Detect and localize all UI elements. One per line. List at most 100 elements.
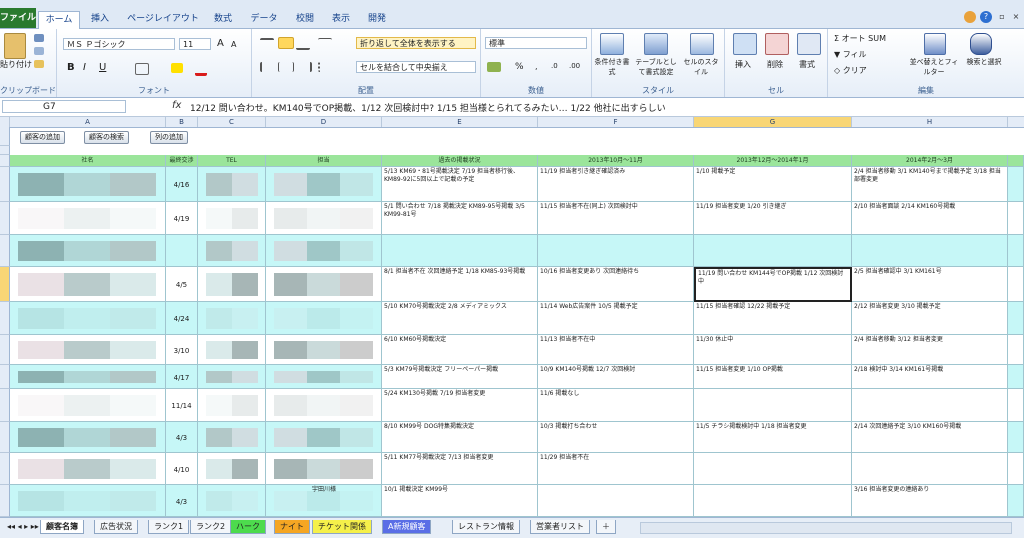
font-name-select[interactable]: ＭＳ Ｐゴシック — [63, 38, 175, 50]
table-cell[interactable] — [852, 389, 1008, 422]
delete-cells-icon[interactable] — [765, 33, 789, 55]
align-right-icon[interactable] — [296, 62, 312, 72]
insert-cells-button[interactable]: 挿入 — [735, 59, 751, 70]
paste-button[interactable]: 貼り付け — [0, 59, 32, 70]
row-header[interactable] — [0, 146, 10, 155]
table-cell[interactable]: 11/5 チラシ掲載検討中 1/18 担当者変更 — [694, 422, 852, 453]
table-cell[interactable]: 5/10 KM70号掲載決定 2/8 メディアミックス — [382, 302, 538, 335]
table-cell[interactable]: 2/4 担当者移動 3/1 KM140号まで掲載予定 3/18 担当部署変更 — [852, 167, 1008, 202]
table-cell[interactable]: 8/1 担当者不在 次回連絡予定 1/18 KM85-93号掲載 — [382, 267, 538, 302]
table-cell[interactable]: 4/10 — [166, 453, 198, 485]
header-overflow[interactable] — [1008, 155, 1024, 167]
row-header[interactable] — [0, 335, 10, 365]
delete-cells-button[interactable]: 削除 — [767, 59, 783, 70]
tab-file[interactable]: ファイル — [0, 8, 36, 28]
restore-icon[interactable]: ▫ — [996, 11, 1008, 23]
increase-decimal-icon[interactable]: .0 — [551, 62, 558, 70]
merge-center-button[interactable]: セルを結合して中央揃え — [356, 61, 476, 73]
table-cell[interactable] — [852, 235, 1008, 267]
formula-input[interactable]: 12/12 問い合わせ。KM140号でOP掲載、1/12 次回検討中? 1/15… — [190, 101, 666, 114]
decrease-decimal-icon[interactable]: .00 — [569, 62, 580, 70]
column-c-header[interactable]: C — [198, 117, 266, 127]
row-header[interactable] — [0, 302, 10, 335]
font-color-icon[interactable] — [195, 63, 207, 76]
table-cell[interactable] — [1008, 202, 1024, 235]
table-cell[interactable]: 1/10 掲載予定 — [694, 167, 852, 202]
table-cell[interactable]: 11/15 担当者不在(同上) 次回検討中 — [538, 202, 694, 235]
table-cell[interactable] — [1008, 167, 1024, 202]
table-cell[interactable] — [1008, 422, 1024, 453]
underline-button[interactable]: U — [99, 62, 106, 73]
table-cell[interactable]: 8/10 KM99号 DOG特集掲載決定 — [382, 422, 538, 453]
table-cell[interactable]: 11/29 担当者不在 — [538, 453, 694, 485]
table-cell[interactable]: 2/14 次回連絡予定 3/10 KM160号掲載 — [852, 422, 1008, 453]
table-cell[interactable]: 3/16 担当者変更の連絡あり — [852, 485, 1008, 517]
tab-insert[interactable]: 挿入 — [84, 11, 116, 27]
sheet-tab[interactable]: チケット関係 — [312, 520, 372, 534]
sort-filter-icon[interactable] — [924, 33, 946, 55]
table-cell[interactable]: 3/10 — [166, 335, 198, 365]
table-cell[interactable]: 11/19 担当者変更 1/20 引き継ぎ — [694, 202, 852, 235]
conditional-format-icon[interactable] — [600, 33, 624, 55]
fx-icon[interactable]: fx — [172, 100, 181, 111]
table-cell[interactable] — [1008, 389, 1024, 422]
sheet-tab[interactable]: ハーク — [230, 520, 266, 534]
table-cell[interactable]: 11/19 問い合わせ KM144号でOP掲載 1/12 次回検討中 — [694, 267, 852, 302]
table-cell[interactable]: 4/5 — [166, 267, 198, 302]
name-box[interactable]: G7 — [2, 100, 126, 113]
column-d-header[interactable]: D — [266, 117, 382, 127]
table-cell[interactable]: 5/24 KM130号掲載 7/19 担当者変更 — [382, 389, 538, 422]
table-cell[interactable]: 10/1 掲載決定 KM99号 — [382, 485, 538, 517]
table-cell[interactable]: 6/10 KM60号掲載決定 — [382, 335, 538, 365]
table-cell[interactable] — [694, 235, 852, 267]
table-cell[interactable] — [1008, 335, 1024, 365]
tab-data[interactable]: データ — [244, 11, 284, 27]
shrink-font-icon[interactable]: A — [231, 40, 236, 49]
sheet-tab[interactable]: ランク2 — [190, 520, 232, 534]
grow-font-icon[interactable]: A — [217, 38, 224, 49]
minimize-ribbon-icon[interactable] — [964, 11, 976, 23]
indent-icon[interactable] — [318, 62, 334, 72]
row-header[interactable] — [0, 167, 10, 202]
table-cell[interactable] — [1008, 302, 1024, 335]
cell-styles-button[interactable]: セルのスタイル — [682, 57, 720, 77]
table-cell[interactable] — [694, 485, 852, 517]
table-cell[interactable]: 11/6 掲載なし — [538, 389, 694, 422]
binoculars-icon[interactable] — [970, 33, 992, 55]
table-cell[interactable]: 5/13 KM69・81号掲載決定 7/19 担当者移行後、KM89-92に5回… — [382, 167, 538, 202]
header-period-1[interactable]: 2013年10月〜11月 — [538, 155, 694, 167]
row-header[interactable] — [0, 155, 10, 167]
table-cell[interactable]: 4/19 — [166, 202, 198, 235]
sheet-tab[interactable]: 顧客名簿 — [40, 520, 84, 534]
new-sheet-icon[interactable]: ＋ — [596, 520, 616, 534]
table-cell[interactable]: 10/3 掲載打ち合わせ — [538, 422, 694, 453]
fill-button[interactable]: ▼ フィル — [834, 49, 867, 60]
table-cell[interactable] — [166, 235, 198, 267]
table-cell[interactable]: 2/4 担当者移動 3/12 担当者変更 — [852, 335, 1008, 365]
search-customer-button[interactable]: 顧客の検索 — [84, 131, 129, 144]
font-size-select[interactable]: 11 — [179, 38, 211, 50]
format-as-table-icon[interactable] — [644, 33, 668, 55]
add-column-button[interactable]: 列の追加 — [150, 131, 188, 144]
sheet-tab[interactable]: 営業者リスト — [530, 520, 590, 534]
header-past-listings[interactable]: 過去の掲載状況 — [382, 155, 538, 167]
table-cell[interactable] — [1008, 453, 1024, 485]
table-cell[interactable] — [1008, 485, 1024, 517]
header-company[interactable]: 社名 — [10, 155, 166, 167]
currency-icon[interactable] — [487, 62, 501, 72]
sheet-nav-icon[interactable]: ◂◂ ◂ ▸ ▸▸ — [2, 520, 44, 533]
row-header[interactable] — [0, 453, 10, 485]
autosum-button[interactable]: Σ オート SUM — [834, 33, 886, 44]
column-f-header[interactable]: F — [538, 117, 694, 127]
table-cell[interactable]: 2/18 検討中 3/14 KM161号掲載 — [852, 365, 1008, 389]
insert-cells-icon[interactable] — [733, 33, 757, 55]
table-cell[interactable]: 2/10 担当者面談 2/14 KM160号掲載 — [852, 202, 1008, 235]
table-cell[interactable]: 2/5 担当者確認中 3/1 KM161号 — [852, 267, 1008, 302]
row-header[interactable] — [0, 235, 10, 267]
format-cells-icon[interactable] — [797, 33, 821, 55]
tab-developer[interactable]: 開発 — [362, 11, 392, 27]
help-icon[interactable]: ? — [980, 11, 992, 23]
header-contact-person[interactable]: 担当 — [266, 155, 382, 167]
table-cell[interactable] — [852, 453, 1008, 485]
sheet-tab[interactable]: レストラン情報 — [452, 520, 520, 534]
